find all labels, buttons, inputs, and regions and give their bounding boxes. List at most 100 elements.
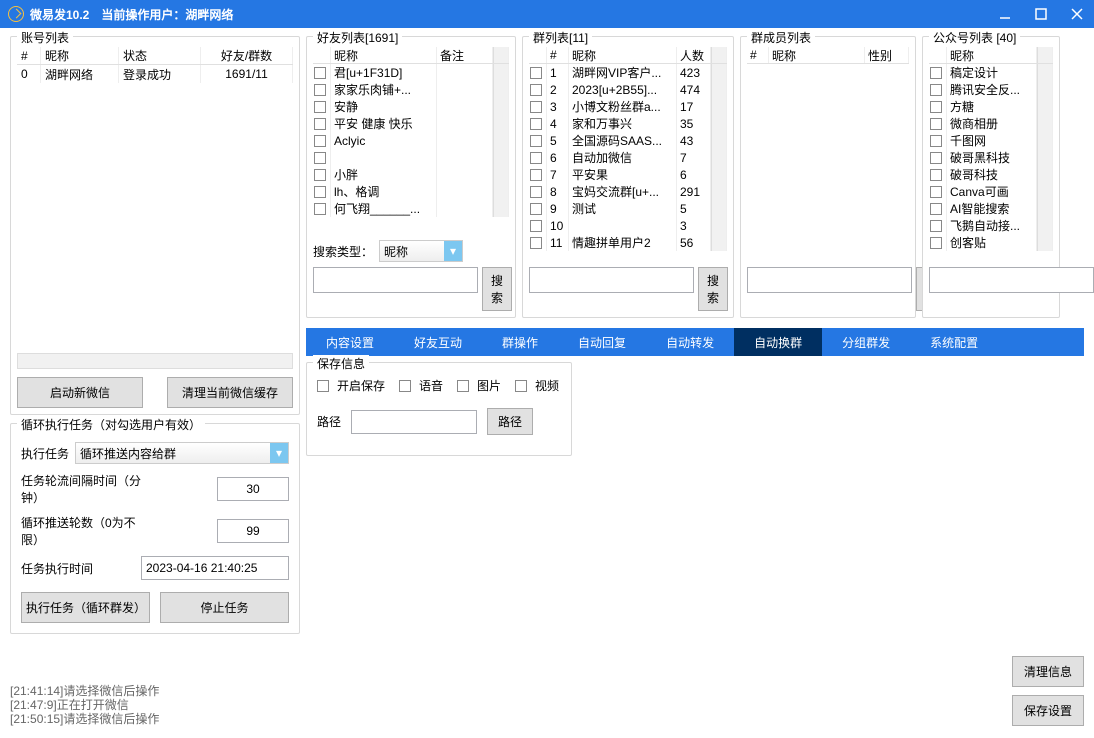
group-row[interactable]: 6自动加微信7 (529, 149, 727, 166)
task-exec-label: 执行任务 (21, 445, 69, 462)
friends-search-button[interactable]: 搜索 (482, 267, 512, 311)
rounds-label: 循环推送轮数（0为不限） (21, 514, 151, 548)
group-row[interactable]: 22023[u+2B55]...474 (529, 81, 727, 98)
clear-cache-button[interactable]: 清理当前微信缓存 (167, 377, 293, 408)
public-list[interactable]: 昵称稿定设计腾讯安全反...方糖微商相册千图网破哥黑科技破哥科技Canva可画A… (929, 47, 1053, 263)
scrollbar[interactable] (1037, 47, 1053, 63)
scrollbar[interactable] (493, 47, 509, 63)
maximize-button[interactable] (1032, 5, 1050, 23)
public-row[interactable]: 稿定设计 (929, 64, 1053, 81)
stop-task-button[interactable]: 停止任务 (160, 592, 289, 623)
titlebar: 微易发10.2 当前操作用户：湖畔网络 (0, 0, 1094, 28)
current-user: 当前操作用户：湖畔网络 (101, 6, 233, 23)
friends-search-input[interactable] (313, 267, 478, 293)
public-row[interactable]: 创客贴 (929, 234, 1053, 251)
tab-4[interactable]: 自动转发 (646, 328, 734, 356)
task-legend: 循环执行任务（对勾选用户有效） (17, 416, 205, 433)
friend-row[interactable]: 家家乐肉铺+... (313, 81, 509, 98)
friend-row[interactable]: Aclyic (313, 132, 509, 149)
group-row[interactable]: 1湖畔网VIP客户...423 (529, 64, 727, 81)
settings-tabs: 内容设置好友互动群操作自动回复自动转发自动换群分组群发系统配置 (306, 328, 1084, 356)
friend-row[interactable] (313, 149, 509, 166)
group-row[interactable]: 5全国源码SAAS...43 (529, 132, 727, 149)
groups-legend: 群列表[11] (529, 29, 592, 46)
scrollbar[interactable] (711, 47, 727, 63)
task-select[interactable]: 循环推送内容给群 ▾ (75, 442, 289, 464)
group-row[interactable]: 9测试5 (529, 200, 727, 217)
start-wechat-button[interactable]: 启动新微信 (17, 377, 143, 408)
col-index: # (17, 47, 41, 64)
members-list[interactable]: # 昵称 性别 (747, 47, 909, 263)
public-row[interactable]: 微商相册 (929, 115, 1053, 132)
tab-0[interactable]: 内容设置 (306, 328, 394, 356)
members-legend: 群成员列表 (747, 29, 815, 46)
voice-checkbox[interactable]: 语音 (399, 377, 443, 394)
horizontal-scrollbar[interactable] (17, 353, 293, 369)
groups-panel: 群列表[11] #昵称人数1湖畔网VIP客户...42322023[u+2B55… (522, 36, 734, 318)
enable-save-checkbox[interactable]: 开启保存 (317, 377, 385, 394)
groups-search-button[interactable]: 搜索 (698, 267, 728, 311)
friend-row[interactable]: 君[u+1F31D] (313, 64, 509, 81)
tab-1[interactable]: 好友互动 (394, 328, 482, 356)
path-input[interactable] (351, 410, 477, 434)
public-row[interactable]: 破哥黑科技 (929, 149, 1053, 166)
minimize-button[interactable] (996, 5, 1014, 23)
public-search-input[interactable] (929, 267, 1094, 293)
group-row[interactable]: 103 (529, 217, 727, 234)
search-type-select[interactable]: 昵称 ▾ (379, 240, 463, 262)
rounds-input[interactable] (217, 519, 289, 543)
friend-row[interactable]: lh、格调 (313, 183, 509, 200)
interval-input[interactable] (217, 477, 289, 501)
group-row[interactable]: 4家和万事兴35 (529, 115, 727, 132)
account-table[interactable]: # 昵称 状态 好友/群数 0 湖畔网络 登录成功 1691/11 (17, 47, 293, 353)
public-panel: 公众号列表 [40] 昵称稿定设计腾讯安全反...方糖微商相册千图网破哥黑科技破… (922, 36, 1060, 318)
groups-search-input[interactable] (529, 267, 694, 293)
public-row[interactable]: 方糖 (929, 98, 1053, 115)
members-search-input[interactable] (747, 267, 912, 293)
tab-2[interactable]: 群操作 (482, 328, 558, 356)
groups-list[interactable]: #昵称人数1湖畔网VIP客户...42322023[u+2B55]...4743… (529, 47, 727, 263)
close-button[interactable] (1068, 5, 1086, 23)
col-nick: 昵称 (41, 47, 119, 64)
public-row[interactable]: 腾讯安全反... (929, 81, 1053, 98)
friends-legend: 好友列表[1691] (313, 29, 402, 46)
friends-list[interactable]: 昵称备注君[u+1F31D]家家乐肉铺+...安静平安 健康 快乐Aclyic小… (313, 47, 509, 235)
log-output: [21:41:14]请选择微信后操作[21:47:9]正在打开微信[21:50:… (10, 684, 159, 726)
tab-5[interactable]: 自动换群 (734, 328, 822, 356)
path-label: 路径 (317, 413, 341, 430)
tab-6[interactable]: 分组群发 (822, 328, 910, 356)
chevron-down-icon: ▾ (444, 241, 462, 261)
tab-3[interactable]: 自动回复 (558, 328, 646, 356)
image-checkbox[interactable]: 图片 (457, 377, 501, 394)
public-row[interactable]: 破哥科技 (929, 166, 1053, 183)
exec-time-input[interactable] (141, 556, 289, 580)
friend-row[interactable]: 安静 (313, 98, 509, 115)
interval-label: 任务轮流间隔时间（分钟） (21, 472, 151, 506)
public-row[interactable]: AI智能搜索 (929, 200, 1053, 217)
app-logo-icon (8, 6, 24, 22)
group-row[interactable]: 7平安果6 (529, 166, 727, 183)
video-checkbox[interactable]: 视频 (515, 377, 559, 394)
group-row[interactable]: 8宝妈交流群[u+...291 (529, 183, 727, 200)
save-settings-button[interactable]: 保存设置 (1012, 695, 1084, 726)
public-legend: 公众号列表 [40] (929, 29, 1020, 46)
public-row[interactable]: 千图网 (929, 132, 1053, 149)
public-row[interactable]: Canva可画 (929, 183, 1053, 200)
app-title: 微易发10.2 (30, 6, 89, 23)
tab-7[interactable]: 系统配置 (910, 328, 998, 356)
col-status: 状态 (119, 47, 201, 64)
public-row[interactable]: 飞鹅自动接... (929, 217, 1053, 234)
members-panel: 群成员列表 # 昵称 性别 搜索 (740, 36, 916, 318)
group-row[interactable]: 3小博文粉丝群a...17 (529, 98, 727, 115)
run-task-button[interactable]: 执行任务（循环群发） (21, 592, 150, 623)
friend-row[interactable]: 何飞翔______... (313, 200, 509, 217)
exec-time-label: 任务执行时间 (21, 560, 93, 577)
friends-panel: 好友列表[1691] 昵称备注君[u+1F31D]家家乐肉铺+...安静平安 健… (306, 36, 516, 318)
friend-row[interactable]: 小胖 (313, 166, 509, 183)
path-button[interactable]: 路径 (487, 408, 533, 435)
task-panel: 循环执行任务（对勾选用户有效） 执行任务 循环推送内容给群 ▾ 任务轮流间隔时间… (10, 423, 300, 634)
account-row[interactable]: 0 湖畔网络 登录成功 1691/11 (17, 65, 293, 83)
group-row[interactable]: 11情趣拼单用户256 (529, 234, 727, 251)
friend-row[interactable]: 平安 健康 快乐 (313, 115, 509, 132)
clear-info-button[interactable]: 清理信息 (1012, 656, 1084, 687)
